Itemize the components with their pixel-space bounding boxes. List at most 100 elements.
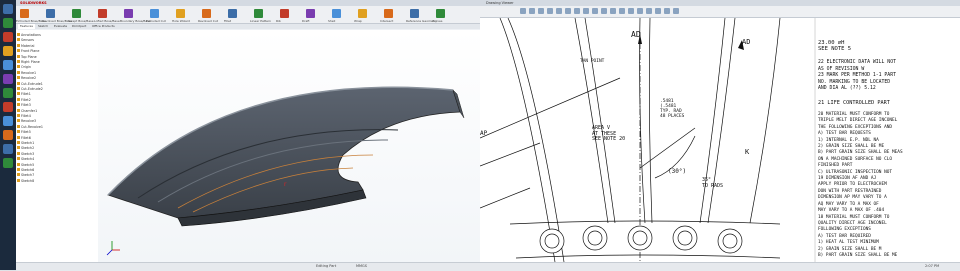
toolbar-button[interactable] (306, 9, 315, 18)
toolbar-button[interactable] (436, 9, 445, 18)
tree-item[interactable]: Material (17, 43, 34, 48)
tab-sketch[interactable]: Sketch (36, 24, 50, 29)
toolbar-button[interactable] (664, 8, 670, 14)
toolbar-button[interactable] (520, 8, 526, 14)
feature-icon (17, 114, 20, 117)
toolbar-button[interactable] (574, 8, 580, 14)
toolbar-button[interactable] (176, 9, 185, 18)
toolbar-button-label: Hole Wizard (172, 19, 190, 23)
tree-item[interactable]: Sketch3 (17, 151, 34, 156)
toolbar-button[interactable] (98, 9, 107, 18)
toolbar-button[interactable] (20, 9, 29, 18)
start-icon[interactable] (3, 4, 13, 14)
app-icon[interactable] (3, 102, 13, 112)
feature-icon (17, 151, 20, 155)
tree-item[interactable]: Fillet6 (17, 135, 31, 140)
toolbar-button[interactable] (610, 8, 616, 14)
tab-office-products[interactable]: Office Products (90, 24, 117, 29)
toolbar-button[interactable] (280, 9, 289, 18)
app-icon[interactable] (3, 74, 13, 84)
app-icon[interactable] (3, 88, 13, 98)
tree-item[interactable]: Sensors (17, 38, 35, 43)
toolbar-button[interactable] (592, 8, 598, 14)
toolbar-button[interactable] (637, 8, 643, 14)
feature-icon (17, 49, 20, 53)
toolbar-button[interactable] (628, 8, 634, 14)
tree-item[interactable]: Fillet3 (17, 103, 31, 107)
app-icon[interactable] (3, 46, 13, 56)
tree-item[interactable]: Top Plane (17, 54, 37, 59)
tree-item[interactable]: Origin (17, 65, 31, 69)
toolbar-button[interactable] (228, 9, 237, 18)
toolbar-button[interactable] (46, 9, 55, 18)
tree-item-label: Sketch8 (21, 178, 35, 183)
toolbar-button[interactable] (601, 8, 607, 14)
tree-item[interactable]: Sketch8 (17, 178, 35, 183)
toolbar-button[interactable] (556, 8, 562, 14)
tree-item[interactable]: Cut-Extrude2 (17, 87, 43, 91)
tree-item[interactable]: Sketch4 (17, 157, 34, 161)
tree-item[interactable]: Fillet2 (17, 97, 31, 102)
tree-item[interactable]: Cut-Revolve1 (17, 124, 43, 129)
graphics-viewport[interactable]: r (98, 30, 480, 262)
toolbar-button[interactable] (410, 9, 419, 18)
tree-item[interactable]: Front Plane (17, 49, 40, 54)
toolbar-button[interactable] (254, 9, 263, 18)
app-icon[interactable] (3, 130, 13, 140)
toolbar-button[interactable] (332, 9, 341, 18)
toolbar-button[interactable] (565, 8, 571, 14)
app-icon[interactable] (3, 144, 13, 154)
tree-item[interactable]: Sketch7 (17, 173, 34, 177)
tree-item[interactable]: Revolve3 (17, 119, 36, 123)
app-icon[interactable] (3, 18, 13, 28)
feature-icon (17, 157, 20, 161)
tree-item-label: Top Plane (21, 54, 37, 59)
units-label[interactable]: MMGS (356, 264, 367, 268)
toolbar-button[interactable] (384, 9, 393, 18)
tree-item[interactable]: Chamfer1 (17, 108, 37, 113)
toolbar-button[interactable] (655, 8, 661, 14)
tree-item[interactable]: Fillet4 (17, 114, 31, 118)
tree-item[interactable]: Sketch2 (17, 146, 34, 150)
tree-item[interactable]: Fillet1 (17, 92, 31, 96)
toolbar-button[interactable] (358, 9, 367, 18)
app-icon[interactable] (3, 116, 13, 126)
tree-item[interactable]: Cut-Extrude1 (17, 81, 43, 86)
app-icon[interactable] (3, 158, 13, 168)
tree-item[interactable]: Sketch5 (17, 162, 34, 167)
drawing-canvas[interactable]: AD AD TAN POINT AREA V AT THESE SEE NOTE… (479, 17, 960, 263)
tree-item[interactable]: Fillet5 (17, 130, 31, 134)
tree-item[interactable]: Right Plane (17, 60, 40, 64)
toolbar-button-label: Curves (432, 19, 443, 23)
toolbar-button[interactable] (538, 8, 544, 14)
tree-item[interactable]: Sketch6 (17, 168, 34, 172)
tree-item[interactable]: Revolve2 (17, 76, 36, 80)
clock-text: 2:07 PM (925, 264, 940, 268)
feature-tree[interactable]: Annotations Sensors Material Front Plane Top… (16, 30, 99, 262)
cad-window: SOLIDWORKS Extruded Boss/Base Revolved Bo… (16, 0, 480, 271)
toolbar-button[interactable] (673, 8, 679, 14)
app-icon[interactable] (3, 60, 13, 70)
toolbar-button[interactable] (124, 9, 133, 18)
tab-evaluate[interactable]: Evaluate (52, 24, 69, 29)
app-icon[interactable] (3, 32, 13, 42)
tab-dimxpert[interactable]: DimXpert (70, 24, 88, 29)
toolbar-button[interactable] (547, 8, 553, 14)
toolbar-button[interactable] (150, 9, 159, 18)
tree-item[interactable]: Revolve1 (17, 70, 36, 75)
tree-item[interactable]: Annotations (17, 33, 41, 37)
toolbar-button[interactable] (72, 9, 81, 18)
tab-features[interactable]: Features (18, 24, 35, 29)
tree-item-label: Front Plane (21, 49, 40, 54)
toolbar-button[interactable] (646, 8, 652, 14)
note-line: B) PART GRAIN SIZE SHALL BE MEAS (818, 150, 903, 156)
tree-item-label: Sensors (21, 38, 35, 43)
toolbar-button-label: Lofted Boss/Base (94, 19, 120, 23)
toolbar-button[interactable] (619, 8, 625, 14)
label-ap: AP (480, 130, 488, 137)
feature-icon (17, 81, 20, 85)
toolbar-button[interactable] (202, 9, 211, 18)
toolbar-button[interactable] (583, 8, 589, 14)
tree-item[interactable]: Sketch1 (17, 141, 34, 145)
toolbar-button[interactable] (529, 8, 535, 14)
